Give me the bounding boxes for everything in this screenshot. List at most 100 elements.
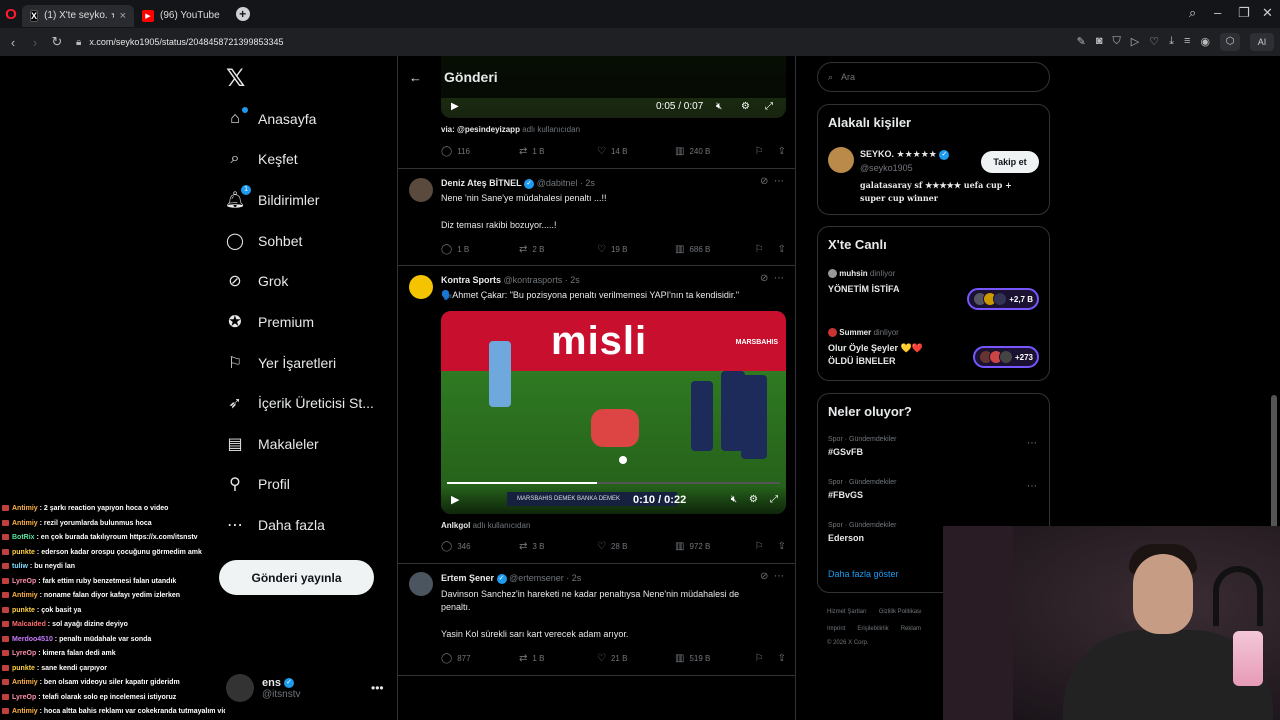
more-icon[interactable]: ⋯ bbox=[774, 273, 784, 284]
share-icon[interactable]: ⇪ bbox=[778, 653, 786, 664]
footer-link[interactable]: Reklam bbox=[901, 626, 921, 632]
reload-icon[interactable]: ↻ bbox=[46, 34, 68, 50]
avatar[interactable] bbox=[409, 178, 433, 202]
bookmark-icon[interactable]: ⚐ bbox=[755, 244, 764, 255]
repost-button[interactable]: ⇄ 2 B bbox=[519, 244, 597, 255]
post-button[interactable]: Gönderi yayınla bbox=[219, 560, 374, 595]
more-icon[interactable]: ⋯ bbox=[774, 571, 784, 582]
reply-button[interactable]: ◯ 877 bbox=[441, 653, 519, 664]
new-tab-button[interactable]: + bbox=[235, 7, 250, 21]
nav-bookmarks[interactable]: ⚐ Yer İşaretleri bbox=[226, 348, 336, 378]
nav-creator-studio[interactable]: ➶ İçerik Üreticisi St... bbox=[226, 388, 374, 418]
account-more-icon[interactable]: ••• bbox=[371, 681, 384, 695]
back-arrow-icon[interactable]: ← bbox=[409, 70, 422, 85]
tab-x[interactable]: X (1) X'te seyko. ★★★★★: × bbox=[22, 4, 134, 27]
tweet-handle[interactable]: @kontrasports · 2s bbox=[504, 275, 580, 285]
forward-icon[interactable]: › bbox=[24, 35, 46, 50]
bookmark-icon[interactable]: ⚐ bbox=[755, 541, 764, 552]
close-tab-icon[interactable]: × bbox=[120, 10, 126, 22]
play-icon[interactable]: ▷ bbox=[1131, 35, 1139, 48]
grok-icon[interactable]: ⊘ bbox=[760, 571, 768, 582]
url-field[interactable]: 🔒︎ x.com/seyko1905/status/20484587213998… bbox=[76, 37, 283, 48]
tweet-handle[interactable]: @ertemsener · 2s bbox=[509, 573, 581, 583]
nav-premium[interactable]: ✪ Premium bbox=[226, 307, 314, 337]
views-button[interactable]: ▥ 686 B bbox=[675, 244, 753, 255]
more-icon[interactable]: ⋯ bbox=[1027, 481, 1037, 492]
share-icon[interactable]: ⇪ bbox=[778, 244, 786, 255]
footer-link[interactable]: Gizlilik Politikası bbox=[879, 609, 922, 615]
like-button[interactable]: ♡ 21 B bbox=[597, 653, 675, 664]
trend-item[interactable]: Spor · Gündemdekiler Ederson bbox=[828, 522, 896, 543]
grok-icon[interactable]: ⊘ bbox=[760, 176, 768, 187]
tweet-handle[interactable]: @dabitnel · 2s bbox=[537, 178, 595, 188]
minimize-icon[interactable]: – bbox=[1214, 5, 1221, 20]
footer-link[interactable]: Erişilebilirlik bbox=[857, 626, 888, 632]
x-logo-icon[interactable]: 𝕏 bbox=[226, 64, 245, 93]
fullscreen-icon[interactable]: ⤢ bbox=[765, 101, 773, 112]
related-name[interactable]: SEYKO. ★★★★★ ✓ bbox=[860, 149, 950, 160]
tweet-author[interactable]: Deniz Ateş BİTNEL bbox=[441, 178, 522, 188]
follow-button[interactable]: Takip et bbox=[981, 151, 1039, 173]
footer-link[interactable]: Imprint bbox=[827, 626, 845, 632]
nav-chat[interactable]: ◯ Sohbet bbox=[226, 226, 302, 256]
menu-icon[interactable]: ≡ bbox=[1184, 35, 1190, 48]
like-button[interactable]: ♡ 14 B bbox=[597, 146, 675, 157]
live-space-item[interactable]: Summer dinliyor Olur Öyle Şeyler 💛❤️ ÖLD… bbox=[828, 328, 923, 368]
trend-item[interactable]: Spor · Gündemdekiler #GSvFB bbox=[828, 436, 896, 457]
live-listeners-pill[interactable]: +273 bbox=[972, 346, 1039, 368]
download-icon[interactable]: ⤓ bbox=[1169, 35, 1174, 48]
bookmark-icon[interactable]: ⚐ bbox=[755, 146, 764, 157]
tab-youtube[interactable]: ▶ (96) YouTube bbox=[134, 5, 228, 27]
play-icon[interactable]: ▶ bbox=[451, 101, 459, 112]
close-window-icon[interactable]: ✕ bbox=[1262, 5, 1273, 21]
like-button[interactable]: ♡ 19 B bbox=[597, 244, 675, 255]
repost-button[interactable]: ⇄ 3 B bbox=[519, 541, 597, 552]
edit-icon[interactable]: ✎ bbox=[1077, 35, 1086, 48]
account-switcher[interactable]: ens ✓ @itsnstv bbox=[226, 674, 301, 702]
trend-item[interactable]: Spor · Gündemdekiler #FBvGS bbox=[828, 479, 896, 500]
share-icon[interactable]: ⇪ bbox=[778, 541, 786, 552]
play-icon[interactable]: ▶ bbox=[451, 493, 459, 506]
settings-icon[interactable]: ⚙ bbox=[741, 101, 750, 112]
views-button[interactable]: ▥ 972 B bbox=[675, 541, 753, 552]
like-button[interactable]: ♡ 28 B bbox=[597, 541, 675, 552]
heart-icon[interactable]: ♡ bbox=[1149, 35, 1159, 48]
opera-logo-icon[interactable]: O bbox=[0, 0, 22, 28]
mute-icon[interactable]: 🔇︎ bbox=[716, 101, 722, 112]
reply-button[interactable]: ◯ 1 B bbox=[441, 244, 519, 255]
back-icon[interactable]: ‹ bbox=[2, 35, 24, 50]
footer-link[interactable]: Hizmet Şartları bbox=[827, 609, 867, 615]
nav-notifications[interactable]: 🔔︎ 1 Bildirimler bbox=[225, 185, 319, 215]
nav-profile[interactable]: ⚲ Profil bbox=[226, 469, 290, 499]
nav-articles[interactable]: ▤ Makaleler bbox=[226, 429, 318, 459]
nav-more[interactable]: ⋯ Daha fazla bbox=[226, 510, 325, 540]
ai-button[interactable]: AI bbox=[1250, 33, 1274, 51]
repost-button[interactable]: ⇄ 1 B bbox=[519, 146, 597, 157]
search-input[interactable]: ⌕ Ara bbox=[817, 62, 1050, 92]
repost-button[interactable]: ⇄ 1 B bbox=[519, 653, 597, 664]
share-icon[interactable]: ⇪ bbox=[778, 146, 786, 157]
extensions-icon[interactable]: ⬡ bbox=[1220, 33, 1240, 51]
profile-icon[interactable]: ◉ bbox=[1200, 35, 1210, 48]
maximize-icon[interactable]: ❐ bbox=[1238, 5, 1250, 21]
nav-explore[interactable]: ⌕ Keşfet bbox=[226, 144, 298, 174]
views-button[interactable]: ▥ 519 B bbox=[675, 653, 753, 664]
reply-button[interactable]: ◯ 346 bbox=[441, 541, 519, 552]
camera-icon[interactable]: ◙ bbox=[1096, 35, 1103, 48]
search-tabs-icon[interactable]: ⌕ bbox=[1189, 5, 1196, 21]
live-listeners-pill[interactable]: +2,7 B bbox=[967, 288, 1039, 310]
embedded-video[interactable]: misli MARSBAHIS ▶ MARSBAHIS DEMEK BANKA … bbox=[441, 311, 786, 514]
grok-icon[interactable]: ⊘ bbox=[760, 273, 768, 284]
more-icon[interactable]: ⋯ bbox=[774, 176, 784, 187]
bookmark-icon[interactable]: ⚐ bbox=[755, 653, 764, 664]
via-handle[interactable]: Anlkgol bbox=[441, 521, 470, 530]
tweet-author[interactable]: Kontra Sports bbox=[441, 275, 501, 285]
mute-icon[interactable]: 🔇︎ bbox=[731, 494, 737, 505]
fullscreen-icon[interactable]: ⤢ bbox=[770, 494, 778, 505]
shield-icon[interactable]: ⛉ bbox=[1113, 35, 1121, 48]
nav-grok[interactable]: ⊘ Grok bbox=[226, 266, 288, 296]
avatar[interactable] bbox=[828, 147, 854, 173]
more-icon[interactable]: ⋯ bbox=[1027, 438, 1037, 449]
avatar[interactable] bbox=[409, 275, 433, 299]
settings-icon[interactable]: ⚙ bbox=[749, 494, 758, 505]
